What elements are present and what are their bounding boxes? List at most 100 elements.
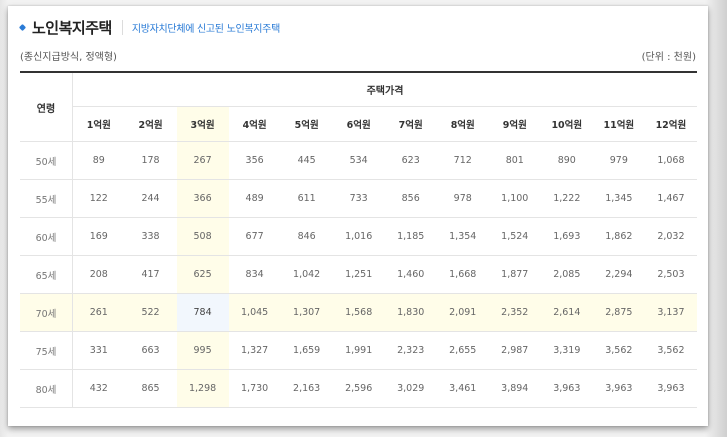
table-row: 80세 432 865 1,298 1,730 2,163 2,596 3,029 3,461 3… xyxy=(20,369,697,408)
value-cell: 1,460 xyxy=(384,255,437,294)
column-header: 5억원 xyxy=(280,106,333,142)
value-cell: 1,862 xyxy=(592,217,645,256)
content-card: 노인복지주택 지방자치단체에 신고된 노인복지주택 (종신지급방식, 정액형) … xyxy=(8,6,708,426)
column-header: 9억원 xyxy=(488,106,541,142)
value-cell: 2,614 xyxy=(540,293,593,332)
value-cell: 1,568 xyxy=(332,293,385,332)
column-header: 4억원 xyxy=(228,106,281,142)
column-header: 1억원 xyxy=(72,106,125,142)
value-cell: 856 xyxy=(384,179,437,218)
table-body: 50세 89 178 267 356 445 534 623 712 801 890 979 1,068… xyxy=(20,141,697,408)
value-cell: 2,875 xyxy=(592,293,645,332)
column-header: 7억원 xyxy=(384,106,437,142)
value-cell: 432 xyxy=(72,369,125,408)
column-header: 10억원 xyxy=(540,106,593,142)
value-cell: 1,045 xyxy=(228,293,281,332)
value-cell: 2,655 xyxy=(436,331,489,370)
column-header: 2억원 xyxy=(124,106,177,142)
value-cell: 1,877 xyxy=(488,255,541,294)
value-cell: 1,524 xyxy=(488,217,541,256)
table-row: 70세 261 522 784 1,045 1,307 1,568 1,830 2,091 2,3… xyxy=(20,293,697,332)
age-cell: 55세 xyxy=(20,179,73,218)
value-cell: 1,467 xyxy=(644,179,697,218)
value-cell: 2,987 xyxy=(488,331,541,370)
table-row: 55세 122 244 366 489 611 733 856 978 1,100 1,222 1,3… xyxy=(20,179,697,218)
value-cell: 1,222 xyxy=(540,179,593,218)
value-cell: 2,294 xyxy=(592,255,645,294)
column-header: 12억원 xyxy=(644,106,697,142)
value-cell: 1,307 xyxy=(280,293,333,332)
table-row: 65세 208 417 625 834 1,042 1,251 1,460 1,668 1,877… xyxy=(20,255,697,294)
value-cell: 261 xyxy=(72,293,125,332)
table-row: 60세 169 338 508 677 846 1,016 1,185 1,354 1,524 1,… xyxy=(20,217,697,256)
value-cell: 1,659 xyxy=(280,331,333,370)
value-cell: 890 xyxy=(540,141,593,180)
value-cell: 3,319 xyxy=(540,331,593,370)
value-cell: 445 xyxy=(280,141,333,180)
value-cell: 1,298 xyxy=(176,369,229,408)
value-cell: 2,323 xyxy=(384,331,437,370)
value-cell: 846 xyxy=(280,217,333,256)
value-cell: 2,091 xyxy=(436,293,489,332)
value-cell: 3,562 xyxy=(592,331,645,370)
age-cell: 75세 xyxy=(20,331,73,370)
column-header: 11억원 xyxy=(592,106,645,142)
house-price-group-header: 주택가격 xyxy=(72,72,697,107)
value-cell: 508 xyxy=(176,217,229,256)
value-cell: 1,042 xyxy=(280,255,333,294)
value-cell: 1,068 xyxy=(644,141,697,180)
section-subtitle: 지방자치단체에 신고된 노인복지주택 xyxy=(121,19,280,35)
table-group-header-row: 연령 주택가격 xyxy=(20,72,697,142)
value-cell: 2,352 xyxy=(488,293,541,332)
value-cell: 89 xyxy=(72,141,125,180)
value-cell: 2,032 xyxy=(644,217,697,256)
value-cell: 3,963 xyxy=(644,369,697,408)
value-cell: 1,730 xyxy=(228,369,281,408)
value-cell: 1,016 xyxy=(332,217,385,256)
value-cell: 3,963 xyxy=(592,369,645,408)
value-cell: 611 xyxy=(280,179,333,218)
screenshot-frame: 노인복지주택 지방자치단체에 신고된 노인복지주택 (종신지급방식, 정액형) … xyxy=(0,0,727,437)
value-cell: 1,185 xyxy=(384,217,437,256)
bullet-icon xyxy=(18,23,27,31)
value-cell: 677 xyxy=(228,217,281,256)
value-cell: 1,693 xyxy=(540,217,593,256)
value-cell: 417 xyxy=(124,255,177,294)
value-cell: 625 xyxy=(176,255,229,294)
age-cell: 50세 xyxy=(20,141,73,180)
value-cell: 1,668 xyxy=(436,255,489,294)
value-cell: 784 xyxy=(176,293,229,332)
column-header: 6억원 xyxy=(332,106,385,142)
value-cell: 2,163 xyxy=(280,369,333,408)
age-cell: 80세 xyxy=(20,369,73,408)
column-header: 8억원 xyxy=(436,106,489,142)
value-cell: 801 xyxy=(488,141,541,180)
value-cell: 979 xyxy=(592,141,645,180)
value-cell: 1,100 xyxy=(488,179,541,218)
value-cell: 1,830 xyxy=(384,293,437,332)
value-cell: 338 xyxy=(124,217,177,256)
value-cell: 178 xyxy=(124,141,177,180)
payment-method-note: (종신지급방식, 정액형) xyxy=(20,52,117,63)
table-row: 75세 331 663 995 1,327 1,659 1,991 2,323 2,655 2,9… xyxy=(20,331,697,370)
value-cell: 3,029 xyxy=(384,369,437,408)
value-cell: 356 xyxy=(228,141,281,180)
value-cell: 331 xyxy=(72,331,125,370)
value-cell: 995 xyxy=(176,331,229,370)
value-cell: 978 xyxy=(436,179,489,218)
value-cell: 1,251 xyxy=(332,255,385,294)
value-cell: 1,991 xyxy=(332,331,385,370)
age-column-header: 연령 xyxy=(20,72,73,142)
age-cell: 65세 xyxy=(20,255,73,294)
value-cell: 1,327 xyxy=(228,331,281,370)
value-cell: 534 xyxy=(332,141,385,180)
value-cell: 244 xyxy=(124,179,177,218)
value-cell: 208 xyxy=(72,255,125,294)
value-cell: 663 xyxy=(124,331,177,370)
value-cell: 865 xyxy=(124,369,177,408)
column-header: 3억원 xyxy=(176,106,229,142)
value-cell: 169 xyxy=(72,217,125,256)
value-cell: 3,562 xyxy=(644,331,697,370)
value-cell: 122 xyxy=(72,179,125,218)
table-column-header-row: 1억원 2억원 3억원 4억원 5억원 6억원 7억원 8억원 9억원 10억원 11억원 12억원 xyxy=(20,106,697,142)
